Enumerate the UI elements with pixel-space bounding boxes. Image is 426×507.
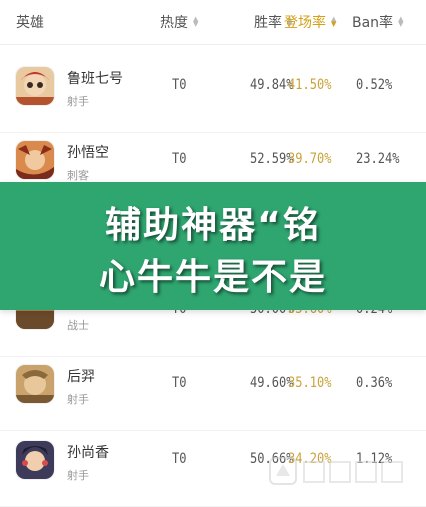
hero-tier: T0: [172, 451, 187, 467]
hero-avatar: [16, 365, 54, 403]
hero-name: 鲁班七号: [67, 71, 123, 87]
title-banner: 辅助神器“铭 心牛牛是不是: [0, 182, 426, 310]
header-ban-rate-label: Ban率: [352, 15, 394, 31]
header-ban-rate[interactable]: Ban率 ▲ ▼: [352, 12, 403, 32]
hero-role: 射手: [67, 469, 89, 482]
header-hero-label: 英雄: [16, 15, 44, 31]
banner-line-1: 辅助神器“铭: [105, 205, 321, 246]
hero-avatar: [16, 67, 54, 105]
hero-win-rate: 52.59%: [250, 151, 294, 167]
hero-pick-rate: 35.10%: [288, 375, 332, 391]
hero-pick-rate: 39.70%: [288, 151, 332, 167]
header-heat[interactable]: 热度 ▲ ▼: [160, 12, 198, 32]
hero-ban-rate: 0.52%: [356, 77, 393, 93]
hero-role: 射手: [67, 393, 89, 406]
hero-win-rate: 49.84%: [250, 77, 294, 93]
table-header: 英雄 热度 ▲ ▼ 胜率 ▲ ▼ 登场率 ▲ ▼ Ban率 ▲ ▼: [0, 0, 426, 45]
banner-line-2: 心牛牛是不是: [98, 257, 327, 298]
hero-win-rate: 49.60%: [250, 375, 294, 391]
watermark-logo: [269, 457, 403, 485]
hero-avatar: [16, 141, 54, 179]
header-pick-rate-label: 登场率: [284, 15, 326, 31]
hero-avatar: [16, 441, 54, 479]
hero-ban-rate: 23.24%: [356, 151, 400, 167]
hero-role: 射手: [67, 95, 89, 108]
hero-role: 刺客: [67, 169, 89, 182]
hero-tier: T0: [172, 77, 187, 93]
hero-name: 孙尚香: [67, 445, 109, 461]
sort-icon[interactable]: ▲ ▼: [331, 16, 336, 28]
header-heat-label: 热度: [160, 15, 188, 31]
header-hero: 英雄: [16, 12, 44, 32]
header-pick-rate[interactable]: 登场率 ▲ ▼: [284, 12, 336, 32]
hero-tier: T0: [172, 375, 187, 391]
hero-tier: T0: [172, 151, 187, 167]
hero-role: 战士: [67, 319, 89, 332]
sort-icon[interactable]: ▲ ▼: [398, 16, 403, 28]
header-win-rate-label: 胜率: [254, 15, 282, 31]
hero-pick-rate: 41.50%: [288, 77, 332, 93]
hero-name: 孙悟空: [67, 145, 109, 161]
hero-ban-rate: 0.36%: [356, 375, 393, 391]
hero-name: 后羿: [67, 369, 95, 385]
sort-icon[interactable]: ▲ ▼: [193, 16, 198, 28]
